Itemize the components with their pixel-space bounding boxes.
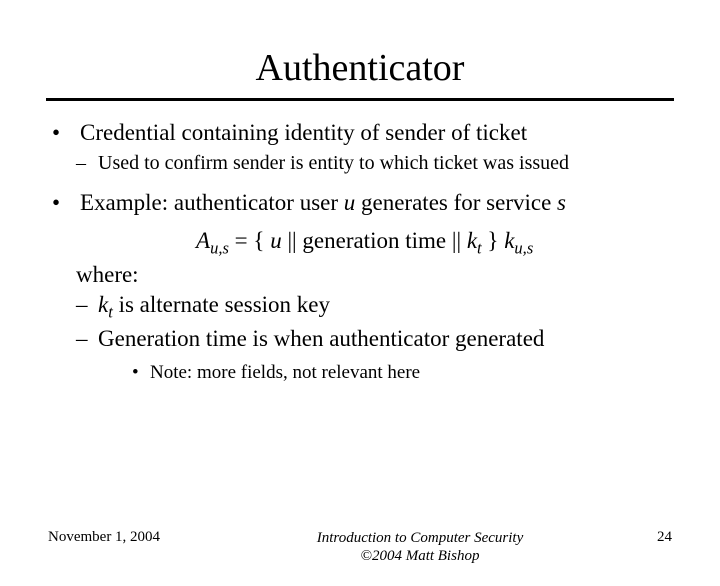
sub-bullet-item: – kt is alternate session key [76,291,672,323]
sub-us: u,s [514,239,533,258]
formula-block: Au,s = { u || generation time || kt } ku… [76,227,672,384]
bullet-dot: • [48,189,80,217]
divider [46,98,674,101]
sub-bullet-item: – Generation time is when authenticator … [76,325,672,353]
note-text: Note: more fields, not relevant here [150,361,672,384]
dash-icon: – [76,151,98,175]
dash-icon: – [76,325,98,353]
text-fragment: } [482,228,505,253]
note-item: • Note: more fields, not relevant here [132,361,672,384]
var-k: k [467,228,477,253]
var-u: u [270,228,282,253]
bullet-item: • Example: authenticator user u generate… [48,189,672,217]
text-fragment: || generation time || [282,228,467,253]
var-A: A [196,228,210,253]
bullet-dot: • [132,361,150,384]
footer-copyright: ©2004 Matt Bishop [361,548,480,564]
text-fragment: Example: authenticator user [80,190,344,215]
bullet-item: • Credential containing identity of send… [48,119,672,147]
sub-bullet-text: kt is alternate session key [98,291,672,323]
text-fragment: = { [229,228,270,253]
formula: Au,s = { u || generation time || kt } ku… [76,227,672,259]
text-fragment: is alternate session key [113,292,330,317]
bullet-dot: • [48,119,80,147]
footer: November 1, 2004 Introduction to Compute… [0,529,720,567]
footer-center: Introduction to Computer Security ©2004 … [248,529,592,567]
text-fragment: generates for service [355,190,557,215]
footer-title: Introduction to Computer Security [317,530,524,546]
slide: Authenticator • Credential containing id… [0,46,720,586]
body: • Credential containing identity of send… [48,119,672,384]
slide-title: Authenticator [0,46,720,90]
sub-bullet-text: Generation time is when authenticator ge… [98,325,672,353]
sub-bullet-item: – Used to confirm sender is entity to wh… [76,151,672,175]
var-k: k [504,228,514,253]
where-label: where: [76,261,672,289]
page-number: 24 [592,529,672,546]
bullet-text: Credential containing identity of sender… [80,119,672,147]
sub-us: u,s [210,239,229,258]
dash-icon: – [76,291,98,323]
footer-date: November 1, 2004 [48,529,248,546]
sub-bullet-text: Used to confirm sender is entity to whic… [98,151,672,175]
bullet-text: Example: authenticator user u generates … [80,189,672,217]
var-s: s [557,190,566,215]
var-u: u [344,190,356,215]
var-k: k [98,292,108,317]
